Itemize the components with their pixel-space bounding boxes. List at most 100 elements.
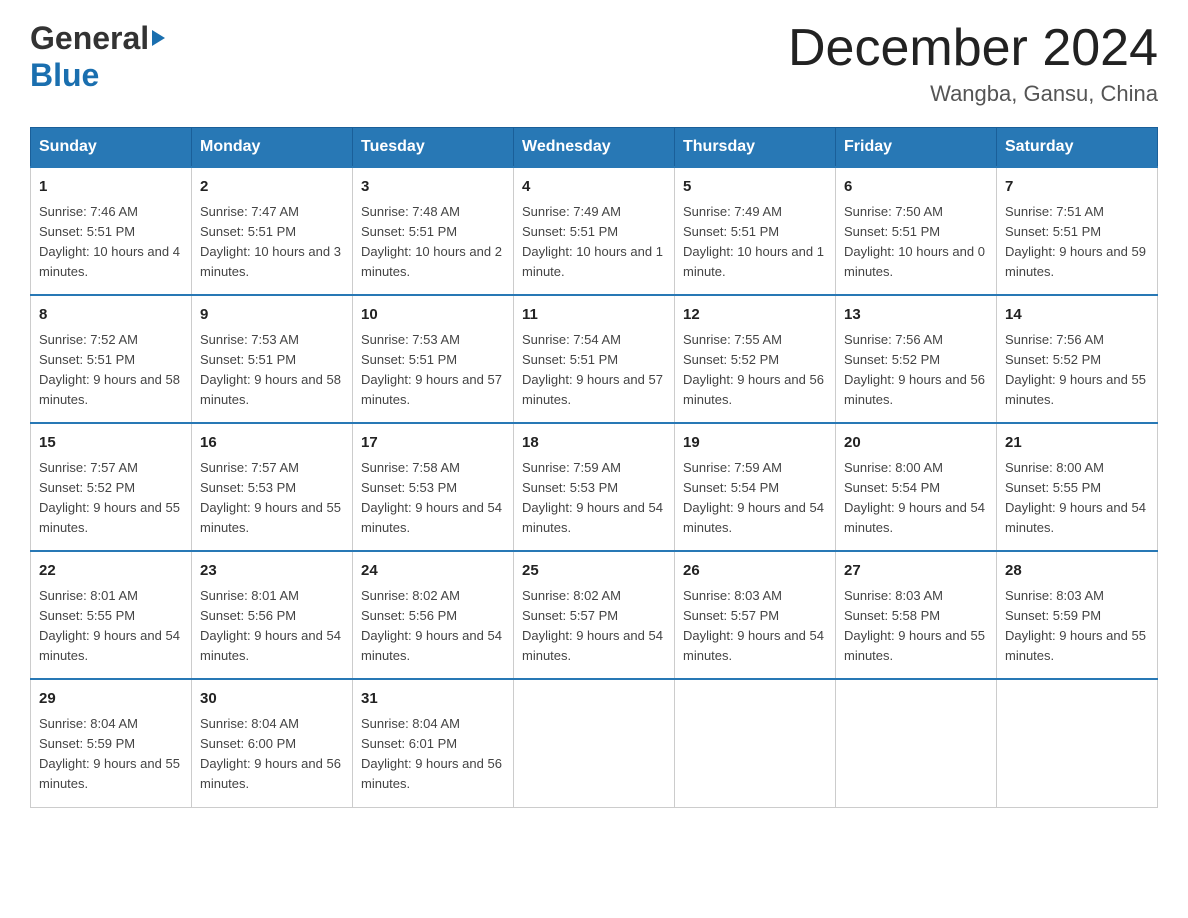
calendar-cell: 31Sunrise: 8:04 AMSunset: 6:01 PMDayligh…: [353, 679, 514, 807]
day-number: 7: [1005, 176, 1149, 199]
col-friday: Friday: [836, 128, 997, 168]
day-info: Sunrise: 8:04 AMSunset: 6:00 PMDaylight:…: [200, 716, 341, 791]
day-number: 25: [522, 560, 666, 583]
day-info: Sunrise: 8:02 AMSunset: 5:56 PMDaylight:…: [361, 588, 502, 663]
calendar-cell: 19Sunrise: 7:59 AMSunset: 5:54 PMDayligh…: [675, 423, 836, 551]
calendar-cell: 23 Sunrise: 8:01 AMSunset: 5:56 PMDayligh…: [192, 551, 353, 679]
day-number: 10: [361, 304, 505, 327]
calendar-cell: 2 Sunrise: 7:47 AMSunset: 5:51 PMDaylight…: [192, 167, 353, 295]
day-info: Sunrise: 7:52 AMSunset: 5:51 PMDaylight:…: [39, 332, 180, 407]
day-info: Sunrise: 8:00 AMSunset: 5:55 PMDaylight:…: [1005, 460, 1146, 535]
col-monday: Monday: [192, 128, 353, 168]
page-header: General Blue December 2024 Wangba, Gansu…: [30, 20, 1158, 107]
day-info: Sunrise: 7:49 AMSunset: 5:51 PMDaylight:…: [683, 204, 824, 279]
day-info: Sunrise: 8:00 AMSunset: 5:54 PMDaylight:…: [844, 460, 985, 535]
calendar-cell: 11 Sunrise: 7:54 AMSunset: 5:51 PMDayligh…: [514, 295, 675, 423]
calendar-cell: 9Sunrise: 7:53 AMSunset: 5:51 PMDaylight…: [192, 295, 353, 423]
calendar-cell: 10 Sunrise: 7:53 AMSunset: 5:51 PMDayligh…: [353, 295, 514, 423]
calendar-title: December 2024: [788, 20, 1158, 77]
day-number: 29: [39, 688, 183, 711]
day-number: 18: [522, 432, 666, 455]
calendar-cell: 6 Sunrise: 7:50 AMSunset: 5:51 PMDaylight…: [836, 167, 997, 295]
day-number: 6: [844, 176, 988, 199]
calendar-cell: 21Sunrise: 8:00 AMSunset: 5:55 PMDayligh…: [997, 423, 1158, 551]
col-tuesday: Tuesday: [353, 128, 514, 168]
day-number: 22: [39, 560, 183, 583]
calendar-cell: 8 Sunrise: 7:52 AMSunset: 5:51 PMDaylight…: [31, 295, 192, 423]
logo-blue-text: Blue: [30, 57, 99, 93]
day-info: Sunrise: 7:57 AMSunset: 5:53 PMDaylight:…: [200, 460, 341, 535]
day-info: Sunrise: 8:04 AMSunset: 5:59 PMDaylight:…: [39, 716, 180, 791]
day-info: Sunrise: 7:48 AMSunset: 5:51 PMDaylight:…: [361, 204, 502, 279]
calendar-cell: 17 Sunrise: 7:58 AMSunset: 5:53 PMDayligh…: [353, 423, 514, 551]
day-info: Sunrise: 7:59 AMSunset: 5:53 PMDaylight:…: [522, 460, 663, 535]
calendar-cell: 18 Sunrise: 7:59 AMSunset: 5:53 PMDayligh…: [514, 423, 675, 551]
day-info: Sunrise: 7:56 AMSunset: 5:52 PMDaylight:…: [844, 332, 985, 407]
calendar-week-row: 1Sunrise: 7:46 AMSunset: 5:51 PMDaylight…: [31, 167, 1158, 295]
day-info: Sunrise: 8:03 AMSunset: 5:57 PMDaylight:…: [683, 588, 824, 663]
day-number: 4: [522, 176, 666, 199]
day-number: 31: [361, 688, 505, 711]
day-info: Sunrise: 7:55 AMSunset: 5:52 PMDaylight:…: [683, 332, 824, 407]
calendar-cell: 30Sunrise: 8:04 AMSunset: 6:00 PMDayligh…: [192, 679, 353, 807]
col-sunday: Sunday: [31, 128, 192, 168]
calendar-cell: 3Sunrise: 7:48 AMSunset: 5:51 PMDaylight…: [353, 167, 514, 295]
calendar-cell: 25Sunrise: 8:02 AMSunset: 5:57 PMDayligh…: [514, 551, 675, 679]
calendar-cell: 4Sunrise: 7:49 AMSunset: 5:51 PMDaylight…: [514, 167, 675, 295]
logo-triangle-icon: [152, 30, 165, 46]
day-info: Sunrise: 7:54 AMSunset: 5:51 PMDaylight:…: [522, 332, 663, 407]
title-area: December 2024 Wangba, Gansu, China: [788, 20, 1158, 107]
calendar-cell: 22 Sunrise: 8:01 AMSunset: 5:55 PMDayligh…: [31, 551, 192, 679]
day-info: Sunrise: 8:03 AMSunset: 5:59 PMDaylight:…: [1005, 588, 1146, 663]
calendar-cell: 29 Sunrise: 8:04 AMSunset: 5:59 PMDayligh…: [31, 679, 192, 807]
day-info: Sunrise: 7:57 AMSunset: 5:52 PMDaylight:…: [39, 460, 180, 535]
day-info: Sunrise: 7:53 AMSunset: 5:51 PMDaylight:…: [361, 332, 502, 407]
day-number: 15: [39, 432, 183, 455]
day-info: Sunrise: 7:56 AMSunset: 5:52 PMDaylight:…: [1005, 332, 1146, 407]
calendar-cell: 27 Sunrise: 8:03 AMSunset: 5:58 PMDayligh…: [836, 551, 997, 679]
day-number: 13: [844, 304, 988, 327]
day-number: 14: [1005, 304, 1149, 327]
calendar-cell: 16 Sunrise: 7:57 AMSunset: 5:53 PMDayligh…: [192, 423, 353, 551]
day-info: Sunrise: 7:58 AMSunset: 5:53 PMDaylight:…: [361, 460, 502, 535]
day-number: 24: [361, 560, 505, 583]
day-number: 9: [200, 304, 344, 327]
calendar-week-row: 8 Sunrise: 7:52 AMSunset: 5:51 PMDaylight…: [31, 295, 1158, 423]
calendar-cell: 5 Sunrise: 7:49 AMSunset: 5:51 PMDaylight…: [675, 167, 836, 295]
day-info: Sunrise: 8:03 AMSunset: 5:58 PMDaylight:…: [844, 588, 985, 663]
calendar-cell: 14 Sunrise: 7:56 AMSunset: 5:52 PMDayligh…: [997, 295, 1158, 423]
day-number: 26: [683, 560, 827, 583]
day-number: 17: [361, 432, 505, 455]
calendar-week-row: 29 Sunrise: 8:04 AMSunset: 5:59 PMDayligh…: [31, 679, 1158, 807]
logo: General Blue: [30, 20, 165, 94]
calendar-cell: 24 Sunrise: 8:02 AMSunset: 5:56 PMDayligh…: [353, 551, 514, 679]
calendar-cell: 28 Sunrise: 8:03 AMSunset: 5:59 PMDayligh…: [997, 551, 1158, 679]
day-info: Sunrise: 7:46 AMSunset: 5:51 PMDaylight:…: [39, 204, 180, 279]
day-info: Sunrise: 8:01 AMSunset: 5:56 PMDaylight:…: [200, 588, 341, 663]
calendar-cell: [836, 679, 997, 807]
calendar-cell: 13 Sunrise: 7:56 AMSunset: 5:52 PMDayligh…: [836, 295, 997, 423]
calendar-cell: 15 Sunrise: 7:57 AMSunset: 5:52 PMDayligh…: [31, 423, 192, 551]
calendar-cell: 12 Sunrise: 7:55 AMSunset: 5:52 PMDayligh…: [675, 295, 836, 423]
day-info: Sunrise: 7:51 AMSunset: 5:51 PMDaylight:…: [1005, 204, 1146, 279]
col-thursday: Thursday: [675, 128, 836, 168]
day-number: 12: [683, 304, 827, 327]
day-number: 27: [844, 560, 988, 583]
day-info: Sunrise: 8:01 AMSunset: 5:55 PMDaylight:…: [39, 588, 180, 663]
calendar-cell: 1Sunrise: 7:46 AMSunset: 5:51 PMDaylight…: [31, 167, 192, 295]
day-number: 8: [39, 304, 183, 327]
day-number: 5: [683, 176, 827, 199]
day-number: 23: [200, 560, 344, 583]
calendar-week-row: 22 Sunrise: 8:01 AMSunset: 5:55 PMDayligh…: [31, 551, 1158, 679]
day-number: 11: [522, 304, 666, 327]
calendar-subtitle: Wangba, Gansu, China: [788, 81, 1158, 107]
day-number: 16: [200, 432, 344, 455]
day-number: 20: [844, 432, 988, 455]
day-number: 2: [200, 176, 344, 199]
day-info: Sunrise: 7:47 AMSunset: 5:51 PMDaylight:…: [200, 204, 341, 279]
day-number: 28: [1005, 560, 1149, 583]
calendar-cell: 20 Sunrise: 8:00 AMSunset: 5:54 PMDayligh…: [836, 423, 997, 551]
col-wednesday: Wednesday: [514, 128, 675, 168]
calendar-week-row: 15 Sunrise: 7:57 AMSunset: 5:52 PMDayligh…: [31, 423, 1158, 551]
day-info: Sunrise: 7:50 AMSunset: 5:51 PMDaylight:…: [844, 204, 985, 279]
